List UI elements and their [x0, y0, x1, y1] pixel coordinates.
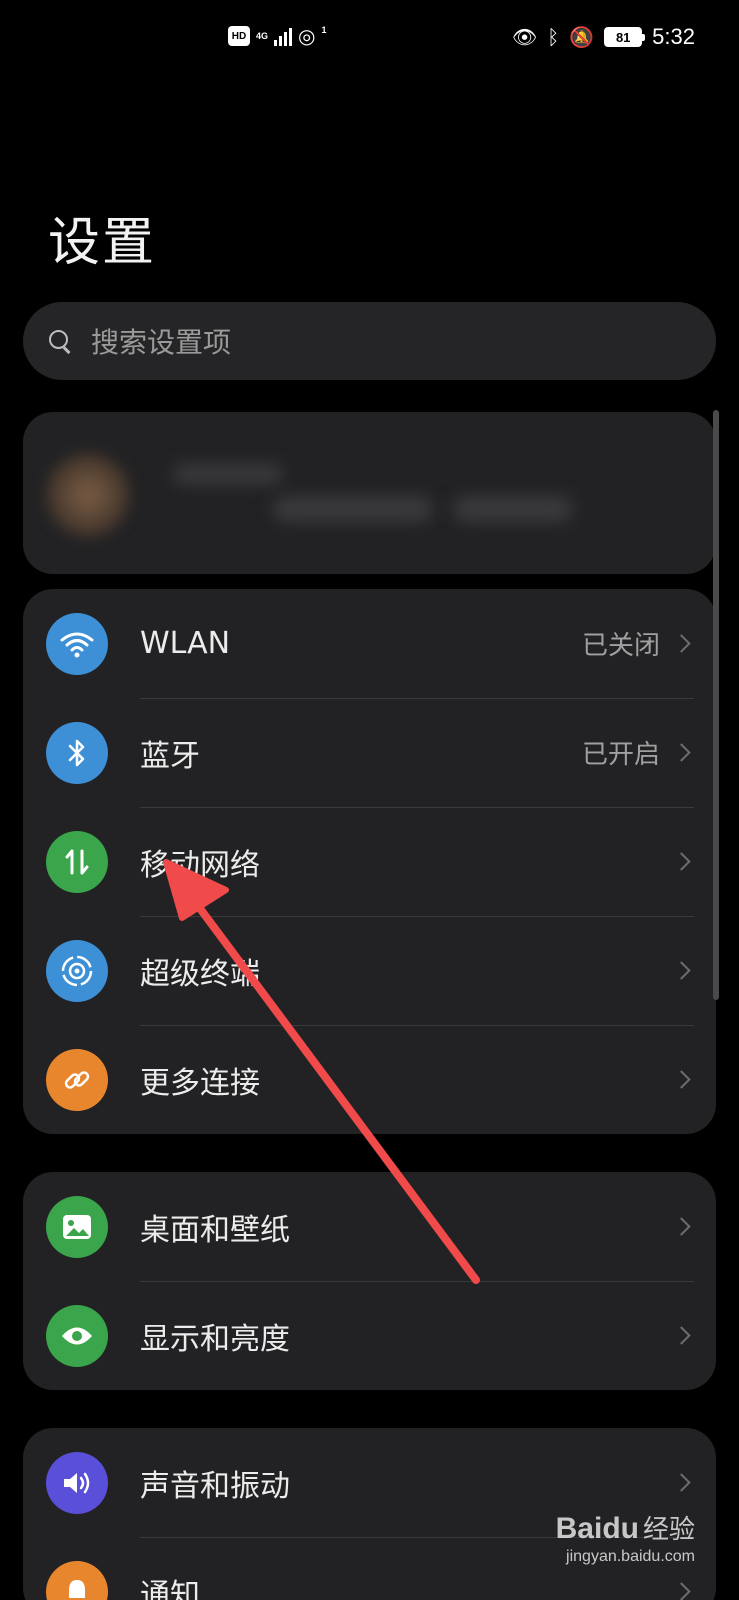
baidu-watermark: Baidu 经验 jingyan.baidu.com: [556, 1509, 695, 1566]
annotation-arrow: [163, 859, 480, 1284]
watermark-logo-suffix: 经验: [642, 1515, 695, 1545]
watermark-logo: Baidu: [555, 1512, 639, 1545]
watermark-url: jingyan.baidu.com: [566, 1548, 695, 1565]
